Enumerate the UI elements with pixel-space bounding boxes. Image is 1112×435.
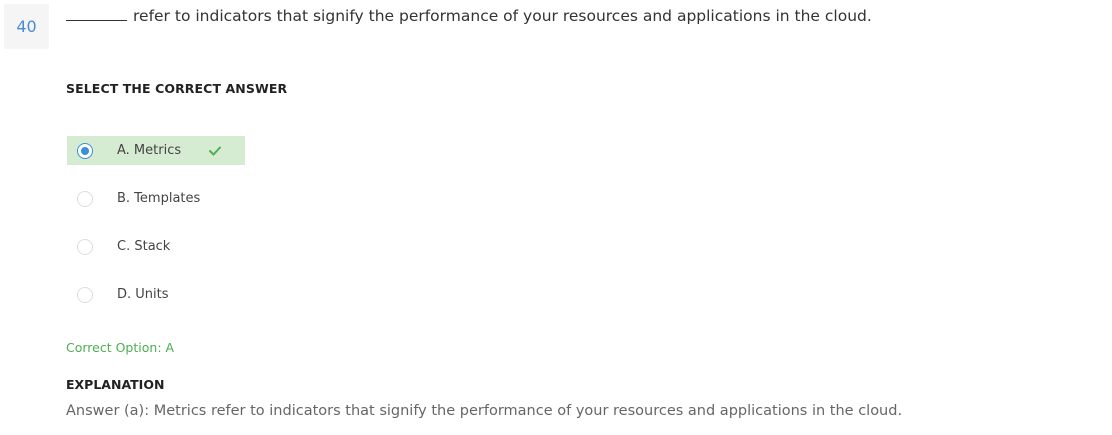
radio-button-a[interactable] — [77, 142, 93, 159]
option-b[interactable]: B. Templates — [67, 184, 214, 213]
radio-button-b[interactable] — [77, 190, 93, 207]
checkmark-icon — [209, 146, 222, 156]
question-number: 40 — [4, 4, 49, 49]
radio-button-d[interactable] — [77, 286, 93, 303]
option-b-label: B. Templates — [117, 191, 201, 206]
option-c-label: C. Stack — [117, 239, 171, 254]
option-c[interactable]: C. Stack — [67, 232, 184, 261]
fill-in-blank-line — [66, 8, 127, 21]
option-d[interactable]: D. Units — [67, 280, 183, 309]
option-a[interactable]: A. Metrics — [67, 136, 245, 165]
select-answer-heading: SELECT THE CORRECT ANSWER — [66, 81, 288, 96]
question-text: refer to indicators that signify the per… — [133, 7, 872, 25]
explanation-heading: EXPLANATION — [66, 377, 165, 392]
radio-button-c[interactable] — [77, 238, 93, 255]
correct-option-text: Correct Option: A — [66, 340, 175, 355]
explanation-text: Answer (a): Metrics refer to indicators … — [66, 403, 903, 419]
option-d-label: D. Units — [117, 287, 169, 302]
option-a-label: A. Metrics — [117, 143, 182, 158]
question-text-container: refer to indicators that signify the per… — [66, 6, 872, 26]
